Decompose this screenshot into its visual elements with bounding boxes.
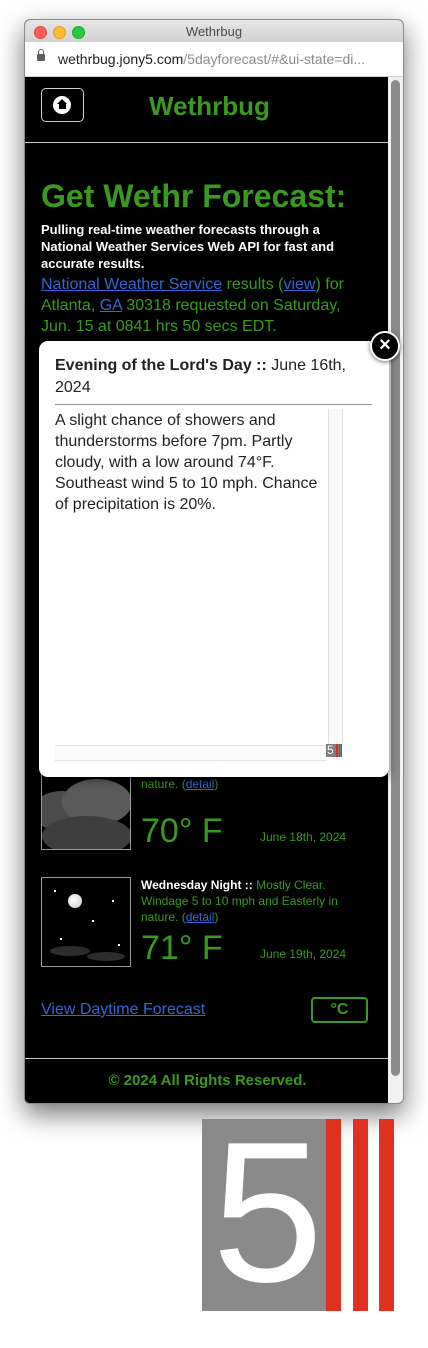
forecast-date: June 19th, 2024 <box>260 947 347 961</box>
forecast-temperature: 70° F <box>141 812 223 850</box>
results-text: results ( <box>222 276 284 293</box>
modal-title: Evening of the Lord's Day :: June 16th, … <box>55 355 355 399</box>
modal-period: Evening of the Lord's Day :: <box>55 357 267 374</box>
page-subheading: Pulling real-time weather forecasts thro… <box>41 222 335 271</box>
detail-link[interactable]: detail <box>186 777 215 791</box>
logo-number: 5 <box>212 1101 324 1324</box>
page-heading: Get Wethr Forecast: <box>41 178 347 214</box>
view-daytime-forecast-link[interactable]: View Daytime Forecast <box>41 1001 205 1019</box>
logo-red-bar <box>353 1119 368 1311</box>
page-scrollbar[interactable] <box>388 77 403 1103</box>
address-bar[interactable]: wethrbug.jony5.com/5dayforecast/#&ui-sta… <box>25 42 403 77</box>
footer-copyright: © 2024 All Rights Reserved. <box>108 1072 307 1089</box>
logo-red-bar <box>326 1119 341 1311</box>
modal-forecast-text: A slight chance of showers and thunderst… <box>55 412 318 513</box>
clear-night-icon <box>41 877 131 967</box>
home-button[interactable] <box>41 88 84 122</box>
logo-grey-block: 5 <box>202 1103 326 1323</box>
lock-icon <box>37 49 45 61</box>
url-text[interactable]: wethrbug.jony5.com/5dayforecast/#&ui-sta… <box>58 51 365 67</box>
jony5-logo-icon: 5 <box>326 744 342 757</box>
modal-vertical-scrollbar[interactable] <box>328 409 343 745</box>
logo-red-bar <box>379 1119 394 1311</box>
jony5-logo: 5 <box>202 1103 396 1323</box>
header-divider <box>25 142 390 143</box>
modal-close-icon[interactable]: × <box>370 331 400 361</box>
scrollbar-thumb[interactable] <box>391 80 400 1076</box>
forecast-date: June 18th, 2024 <box>260 830 347 844</box>
forecast-detail-modal: Evening of the Lord's Day :: June 16th, … <box>39 341 389 777</box>
modal-divider <box>55 404 372 405</box>
home-icon <box>53 96 71 114</box>
url-host: wethrbug.jony5.com <box>58 51 184 67</box>
forecast-period: Wednesday Night :: <box>141 878 253 892</box>
close-paren: ) <box>214 910 219 924</box>
detail-link[interactable]: detail <box>186 910 215 924</box>
view-link[interactable]: view <box>283 276 315 293</box>
window-title: Wethrbug <box>185 24 243 39</box>
modal-horizontal-scrollbar[interactable] <box>55 745 327 761</box>
forecast-row: Wednesday Night :: Mostly Clear. Windage… <box>41 877 371 969</box>
forecast-description: Wednesday Night :: Mostly Clear. Windage… <box>141 877 366 925</box>
nws-link[interactable]: National Weather Service <box>41 276 222 293</box>
window-titlebar: Wethrbug <box>25 20 403 43</box>
mini-logo-number: 5 <box>327 744 334 757</box>
forecast-temperature: 71° F <box>141 929 223 967</box>
brand-title: Wethrbug <box>149 91 270 121</box>
state-link[interactable]: GA <box>100 297 122 314</box>
url-path: /5dayforecast/#&ui-state=di... <box>183 51 366 67</box>
celsius-toggle-button[interactable]: °C <box>311 997 368 1023</box>
footer-divider <box>25 1058 390 1059</box>
request-info: National Weather Service results (view) … <box>41 274 361 337</box>
close-paren: ) <box>214 777 219 791</box>
